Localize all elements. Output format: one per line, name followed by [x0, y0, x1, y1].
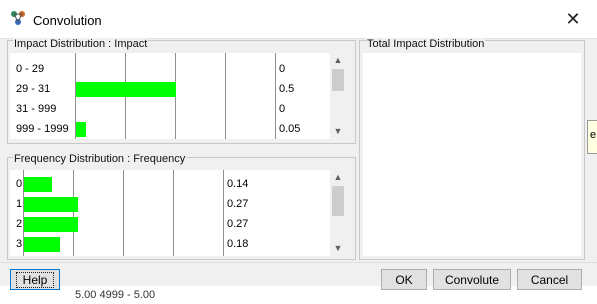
close-button[interactable]: ✕	[558, 4, 588, 34]
category-label: 2	[16, 218, 23, 230]
distribution-bar	[24, 197, 78, 212]
frequency-distribution-list[interactable]: 0 0.14 1 0.27 2 0.27 3 0.18	[10, 170, 330, 256]
category-label: 0 - 29	[16, 63, 45, 75]
list-item[interactable]: 1 0.27	[10, 195, 330, 214]
distribution-bar	[76, 122, 86, 137]
app-icon	[11, 11, 25, 25]
list-item[interactable]: 2 0.27	[10, 215, 330, 234]
ok-button[interactable]: OK	[381, 269, 427, 290]
impact-scrollbar[interactable]: ▲ ▼	[330, 53, 346, 139]
distribution-bar	[24, 237, 60, 252]
probability-value: 0	[279, 63, 286, 75]
probability-value: 0	[279, 103, 286, 115]
probability-value: 0.18	[227, 238, 249, 250]
scroll-down-icon[interactable]: ▼	[331, 242, 345, 254]
scroll-up-icon[interactable]: ▲	[331, 54, 345, 66]
total-impact-label: Total Impact Distribution	[366, 38, 486, 50]
category-label: 29 - 31	[16, 83, 51, 95]
list-item[interactable]: 0 0.14	[10, 175, 330, 194]
cancel-button-label: Cancel	[530, 272, 569, 287]
frequency-distribution-label: Frequency Distribution : Frequency	[13, 153, 187, 165]
ok-button-label: OK	[395, 272, 413, 287]
frequency-scrollbar[interactable]: ▲ ▼	[330, 170, 346, 256]
category-label: 999 - 1999	[16, 123, 69, 135]
background-window-text: 5.00 4999 - 5.00	[75, 289, 156, 301]
title-bar: Convolution ✕	[0, 0, 597, 39]
distribution-bar	[24, 177, 52, 192]
list-item[interactable]: 999 - 1999 0.05	[10, 120, 330, 139]
close-icon: ✕	[565, 8, 581, 29]
probability-value: 0.14	[227, 178, 249, 190]
total-impact-area	[363, 53, 581, 256]
list-item[interactable]: 3 0.18	[10, 235, 330, 254]
scroll-thumb[interactable]	[332, 69, 344, 91]
category-label: 3	[16, 238, 23, 250]
probability-value: 0.27	[227, 218, 249, 230]
background-window-right-text: e	[590, 129, 597, 141]
footer-separator	[0, 262, 597, 263]
list-item[interactable]: 31 - 999 0	[10, 100, 330, 119]
window-title: Convolution	[33, 13, 102, 28]
convolute-button[interactable]: Convolute	[433, 269, 511, 290]
distribution-bar	[24, 217, 78, 232]
impact-distribution-label: Impact Distribution : Impact	[13, 38, 149, 50]
scroll-up-icon[interactable]: ▲	[331, 171, 345, 183]
help-button[interactable]: Help	[10, 269, 60, 290]
category-label: 1	[16, 198, 23, 210]
scroll-thumb[interactable]	[332, 186, 344, 216]
distribution-bar	[76, 82, 176, 97]
probability-value: 0.05	[279, 123, 301, 135]
cancel-button[interactable]: Cancel	[517, 269, 582, 290]
list-item[interactable]: 29 - 31 0.5	[10, 80, 330, 99]
probability-value: 0.5	[279, 83, 295, 95]
probability-value: 0.27	[227, 198, 249, 210]
help-button-label: Help	[15, 271, 55, 288]
category-label: 31 - 999	[16, 103, 57, 115]
background-window-right: e	[587, 120, 597, 154]
convolute-button-label: Convolute	[444, 272, 500, 287]
category-label: 0	[16, 178, 23, 190]
scroll-down-icon[interactable]: ▼	[331, 125, 345, 137]
impact-distribution-list[interactable]: 0 - 29 0 29 - 31 0.5 31 - 999 0 999 - 1999 0.05	[10, 53, 330, 139]
list-item[interactable]: 0 - 29 0	[10, 60, 330, 79]
